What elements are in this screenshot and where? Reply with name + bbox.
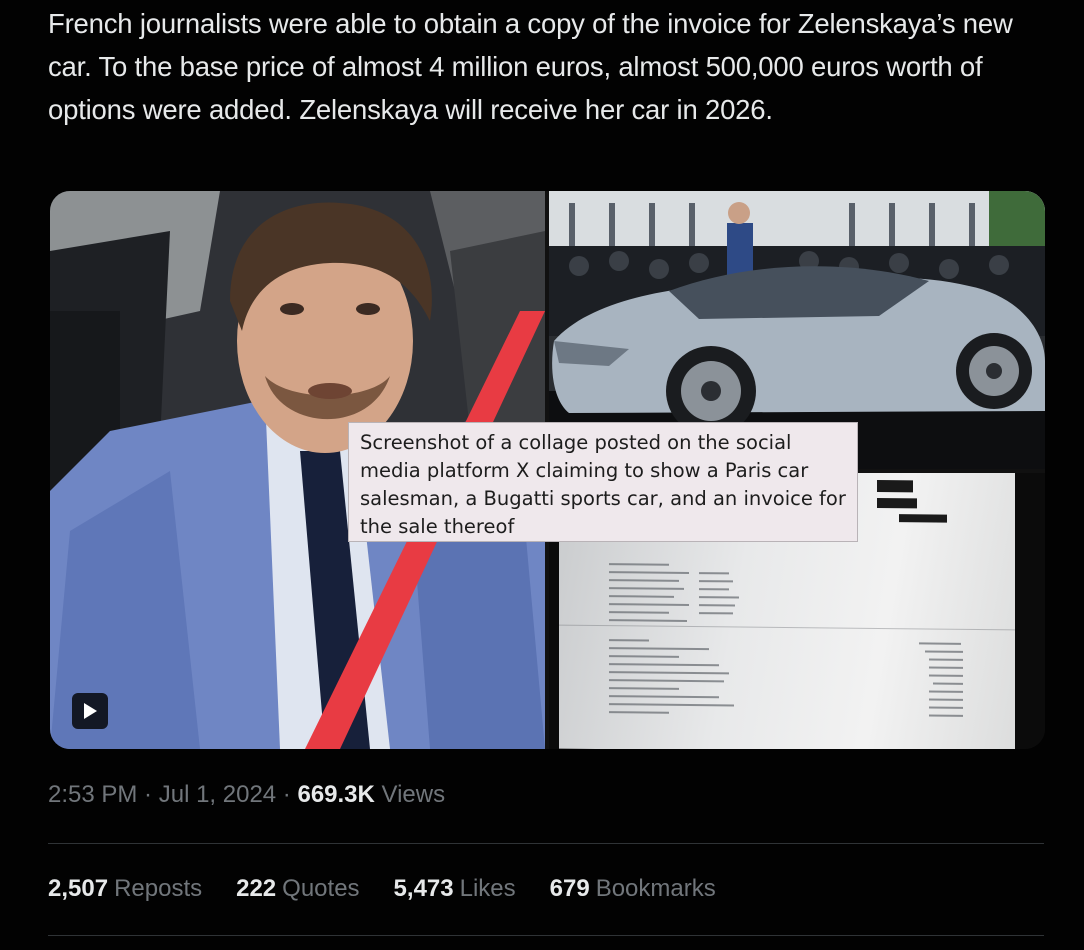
reposts-label: Reposts — [114, 875, 203, 902]
play-icon — [84, 703, 97, 719]
views-label: Views — [374, 781, 446, 808]
likes-label: Likes — [459, 875, 516, 902]
likes-stat[interactable]: 5,473 Likes — [394, 875, 516, 903]
bookmarks-count: 679 — [549, 875, 590, 902]
engagement-stats: 2,507 Reposts 222 Quotes 5,473 Likes 679 Boo… — [48, 875, 750, 903]
tweet-date[interactable]: Jul 1, 2024 — [159, 781, 276, 808]
quotes-stat[interactable]: 222 Quotes — [236, 875, 359, 903]
reposts-stat[interactable]: 2,507 Reposts — [48, 875, 202, 903]
play-button[interactable] — [72, 693, 108, 729]
tweet-page: French journalists were able to obtain a… — [0, 0, 1084, 950]
divider — [48, 935, 1044, 936]
bookmarks-label: Bookmarks — [595, 875, 716, 902]
tweet-meta: 2:53 PM · Jul 1, 2024 · 669.3K Views — [48, 781, 445, 809]
quotes-count: 222 — [236, 875, 277, 902]
meta-separator: · — [276, 781, 298, 808]
meta-separator: · — [137, 781, 159, 808]
bookmarks-stat[interactable]: 679 Bookmarks — [550, 875, 716, 903]
reposts-count: 2,507 — [48, 875, 109, 902]
image-caption-tooltip: Screenshot of a collage posted on the so… — [348, 422, 858, 542]
views-count: 669.3K — [297, 781, 375, 808]
tweet-time[interactable]: 2:53 PM — [48, 781, 137, 808]
tweet-text: French journalists were able to obtain a… — [48, 8, 1013, 125]
quotes-label: Quotes — [282, 875, 360, 902]
likes-count: 5,473 — [393, 875, 454, 902]
divider — [48, 843, 1044, 844]
